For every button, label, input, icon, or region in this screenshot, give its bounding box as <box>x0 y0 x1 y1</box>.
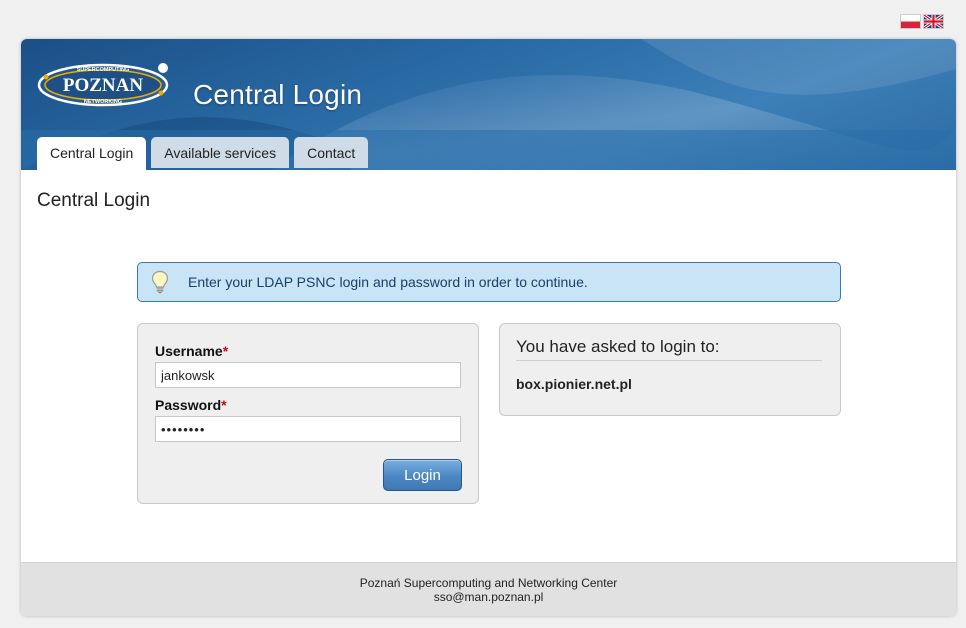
lightbulb-icon <box>151 270 169 294</box>
tab-available-services[interactable]: Available services <box>151 137 290 168</box>
username-input[interactable] <box>155 362 461 388</box>
psnc-logo[interactable]: POZNAN SUPERCOMPUTING NETWORKING <box>37 57 185 113</box>
footer-org: Poznań Supercomputing and Networking Cen… <box>359 576 618 590</box>
flag-uk-icon[interactable] <box>924 15 943 28</box>
tab-contact[interactable]: Contact <box>294 137 369 168</box>
login-target-panel: You have asked to login to: box.pionier.… <box>499 323 841 416</box>
site-header: POZNAN SUPERCOMPUTING NETWORKING Central… <box>21 39 956 170</box>
logo-bottom-text: NETWORKING <box>84 99 122 105</box>
main-window: POZNAN SUPERCOMPUTING NETWORKING Central… <box>21 39 956 616</box>
logo-top-text: SUPERCOMPUTING <box>77 67 130 73</box>
target-heading: You have asked to login to: <box>516 337 720 356</box>
site-footer: Poznań Supercomputing and Networking Cen… <box>21 562 956 616</box>
divider <box>516 360 822 361</box>
flag-pl-icon[interactable] <box>901 15 920 28</box>
username-label: Username* <box>155 343 229 359</box>
page-title: Central Login <box>37 190 151 211</box>
login-form: Username* Password* Login <box>137 323 479 504</box>
logo-text: POZNAN <box>63 75 144 96</box>
site-title: Central Login <box>193 79 363 110</box>
footer-email-link[interactable]: sso@man.poznan.pl <box>434 590 544 604</box>
login-button[interactable]: Login <box>383 459 462 491</box>
language-switcher <box>901 15 943 28</box>
password-input[interactable] <box>155 416 461 442</box>
target-host: box.pionier.net.pl <box>516 376 632 392</box>
password-label: Password* <box>155 397 227 413</box>
tab-central-login[interactable]: Central Login <box>37 137 147 170</box>
info-text: Enter your LDAP PSNC login and password … <box>188 274 588 290</box>
info-message: Enter your LDAP PSNC login and password … <box>137 262 841 302</box>
main-tabs: Central Login Available services Contact <box>37 137 369 170</box>
page-content: Central Login Enter your LDAP PSNC login… <box>21 170 956 562</box>
